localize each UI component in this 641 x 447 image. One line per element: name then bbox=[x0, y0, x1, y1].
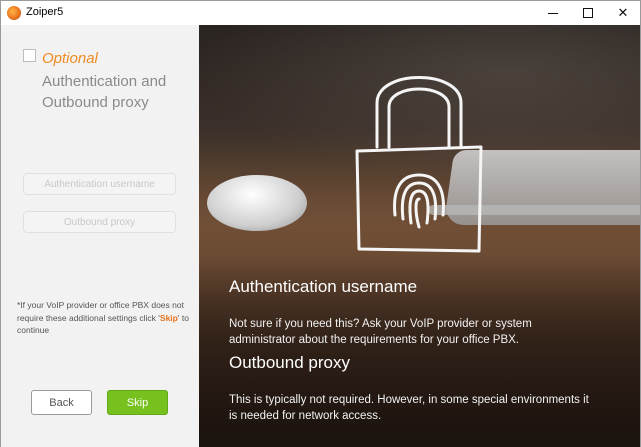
minimize-button[interactable] bbox=[536, 1, 570, 25]
skip-note-keyword: Skip bbox=[159, 312, 178, 323]
skip-note-before: *If your VoIP provider or office PBX doe… bbox=[17, 300, 184, 323]
auth-username-input[interactable]: Authentication username bbox=[23, 173, 176, 195]
skip-button[interactable]: Skip bbox=[107, 390, 168, 415]
proxy-heading: Outbound proxy bbox=[229, 353, 350, 372]
optional-label: Optional bbox=[42, 50, 98, 67]
padlock-fingerprint-icon bbox=[355, 76, 483, 253]
optional-checkbox[interactable] bbox=[23, 49, 36, 62]
background-mouse bbox=[207, 175, 307, 231]
window-title: Zoiper5 bbox=[26, 6, 64, 18]
close-icon: ✕ bbox=[617, 5, 629, 20]
auth-description: Not sure if you need this? Ask your VoIP… bbox=[229, 318, 532, 346]
title-bar[interactable]: Zoiper5 ✕ bbox=[1, 1, 640, 25]
skip-note: *If your VoIP provider or office PBX doe… bbox=[17, 299, 189, 337]
maximize-icon bbox=[583, 8, 593, 18]
maximize-button[interactable] bbox=[571, 1, 605, 25]
close-button[interactable]: ✕ bbox=[606, 1, 640, 25]
back-button[interactable]: Back bbox=[31, 390, 92, 415]
auth-heading: Authentication username bbox=[229, 277, 418, 296]
outbound-proxy-input[interactable]: Outbound proxy bbox=[23, 211, 176, 233]
proxy-description: This is typically not required. However,… bbox=[229, 394, 589, 422]
settings-panel: Optional Authentication and Outbound pro… bbox=[1, 25, 199, 447]
app-logo-icon bbox=[7, 6, 21, 20]
step-title: Authentication and Outbound proxy bbox=[42, 73, 167, 111]
info-panel: Authentication username Not sure if you … bbox=[199, 25, 640, 447]
zoiper-window: Zoiper5 ✕ Optional Authentication and Ou… bbox=[0, 0, 641, 447]
minimize-icon bbox=[548, 12, 558, 14]
